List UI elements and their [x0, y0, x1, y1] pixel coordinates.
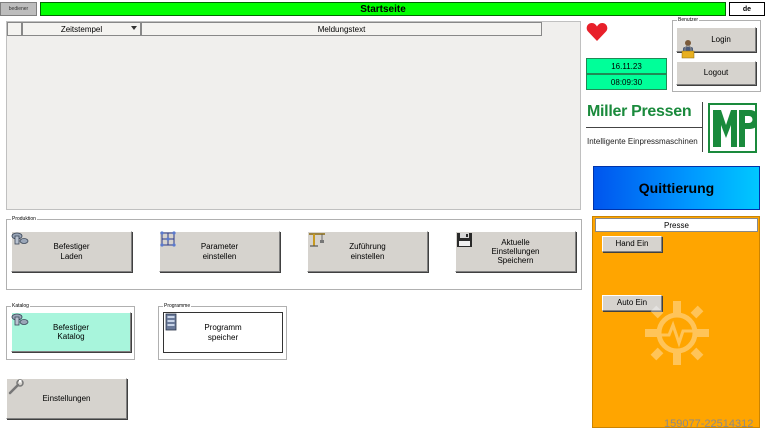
user-group-label: Benutzer: [677, 16, 700, 25]
save-disk-icon: [456, 232, 474, 248]
language-selector[interactable]: de: [729, 2, 765, 16]
logo-divider-vertical: [702, 102, 703, 152]
katalog-group-label: Katalog: [11, 302, 30, 311]
presse-panel: Presse Hand Ein Auto Ein: [592, 216, 760, 428]
logo-brand: Miller Pressen: [587, 103, 692, 120]
heartbeat-icon: [586, 22, 608, 42]
befestiger-katalog-label: Befestiger Katalog: [52, 322, 90, 341]
login-button[interactable]: Login: [676, 27, 756, 59]
einstellungen-label: Einstellungen: [42, 393, 91, 403]
page-title: Startseite: [40, 2, 726, 16]
message-list[interactable]: Zeitstempel Meldungstext: [6, 21, 581, 210]
parameter-einstellen-label: Parameter einstellen: [200, 242, 239, 261]
clock-date: 16.11.23: [586, 58, 667, 74]
logout-button[interactable]: Logout: [676, 61, 756, 85]
login-label: Login: [711, 34, 731, 44]
crane-icon: [308, 231, 326, 247]
column-header-message-label: Meldungstext: [317, 24, 366, 34]
column-header-blank: [7, 22, 22, 36]
zufuehrung-einstellen-label: Zuführung einstellen: [349, 242, 386, 261]
hand-ein-label: Hand Ein: [615, 239, 649, 249]
einstellungen-speichern-label: Aktuelle Einstellungen Speichern: [491, 237, 540, 266]
logo-mark-icon: [708, 103, 760, 153]
wrench-icon: [7, 379, 25, 395]
company-logo: Miller Pressen Intelligente Einpressmasc…: [586, 101, 760, 156]
column-header-timestamp[interactable]: Zeitstempel: [22, 22, 141, 36]
fastener-icon: [11, 231, 29, 247]
parameter-grid-icon: [160, 231, 178, 247]
programm-speicher-label: Programm speicher: [204, 323, 242, 342]
acknowledge-button[interactable]: Quittierung: [593, 166, 760, 210]
programme-group-label: Programme: [163, 302, 192, 311]
hand-ein-button[interactable]: Hand Ein: [602, 236, 662, 252]
column-header-message[interactable]: Meldungstext: [141, 22, 542, 36]
user-role-button[interactable]: bediener: [0, 2, 37, 16]
watermark-text: 159077-22514312: [664, 418, 754, 430]
gear-watermark-icon: [641, 297, 713, 369]
column-header-timestamp-label: Zeitstempel: [60, 24, 103, 34]
sort-arrow-icon: [131, 26, 137, 30]
befestiger-laden-button[interactable]: Befestiger Laden: [11, 231, 132, 272]
logo-divider: [586, 127, 702, 128]
hmi-screen: bediener Startseite de Zeitstempel Meldu…: [0, 0, 768, 435]
befestiger-laden-label: Befestiger Laden: [53, 242, 90, 261]
server-icon: [164, 313, 178, 331]
presse-title: Presse: [595, 218, 758, 232]
produktion-group-label: Produktion: [11, 215, 37, 224]
logout-label: Logout: [703, 68, 729, 78]
programm-speicher-button[interactable]: Programm speicher: [163, 312, 283, 353]
logo-tagline: Intelligente Einpressmaschinen: [587, 137, 698, 146]
clock-time: 08:09:30: [586, 74, 667, 90]
fastener-catalog-icon: [11, 312, 29, 328]
befestiger-katalog-button[interactable]: Befestiger Katalog: [11, 312, 131, 352]
user-lock-icon: [681, 30, 695, 59]
